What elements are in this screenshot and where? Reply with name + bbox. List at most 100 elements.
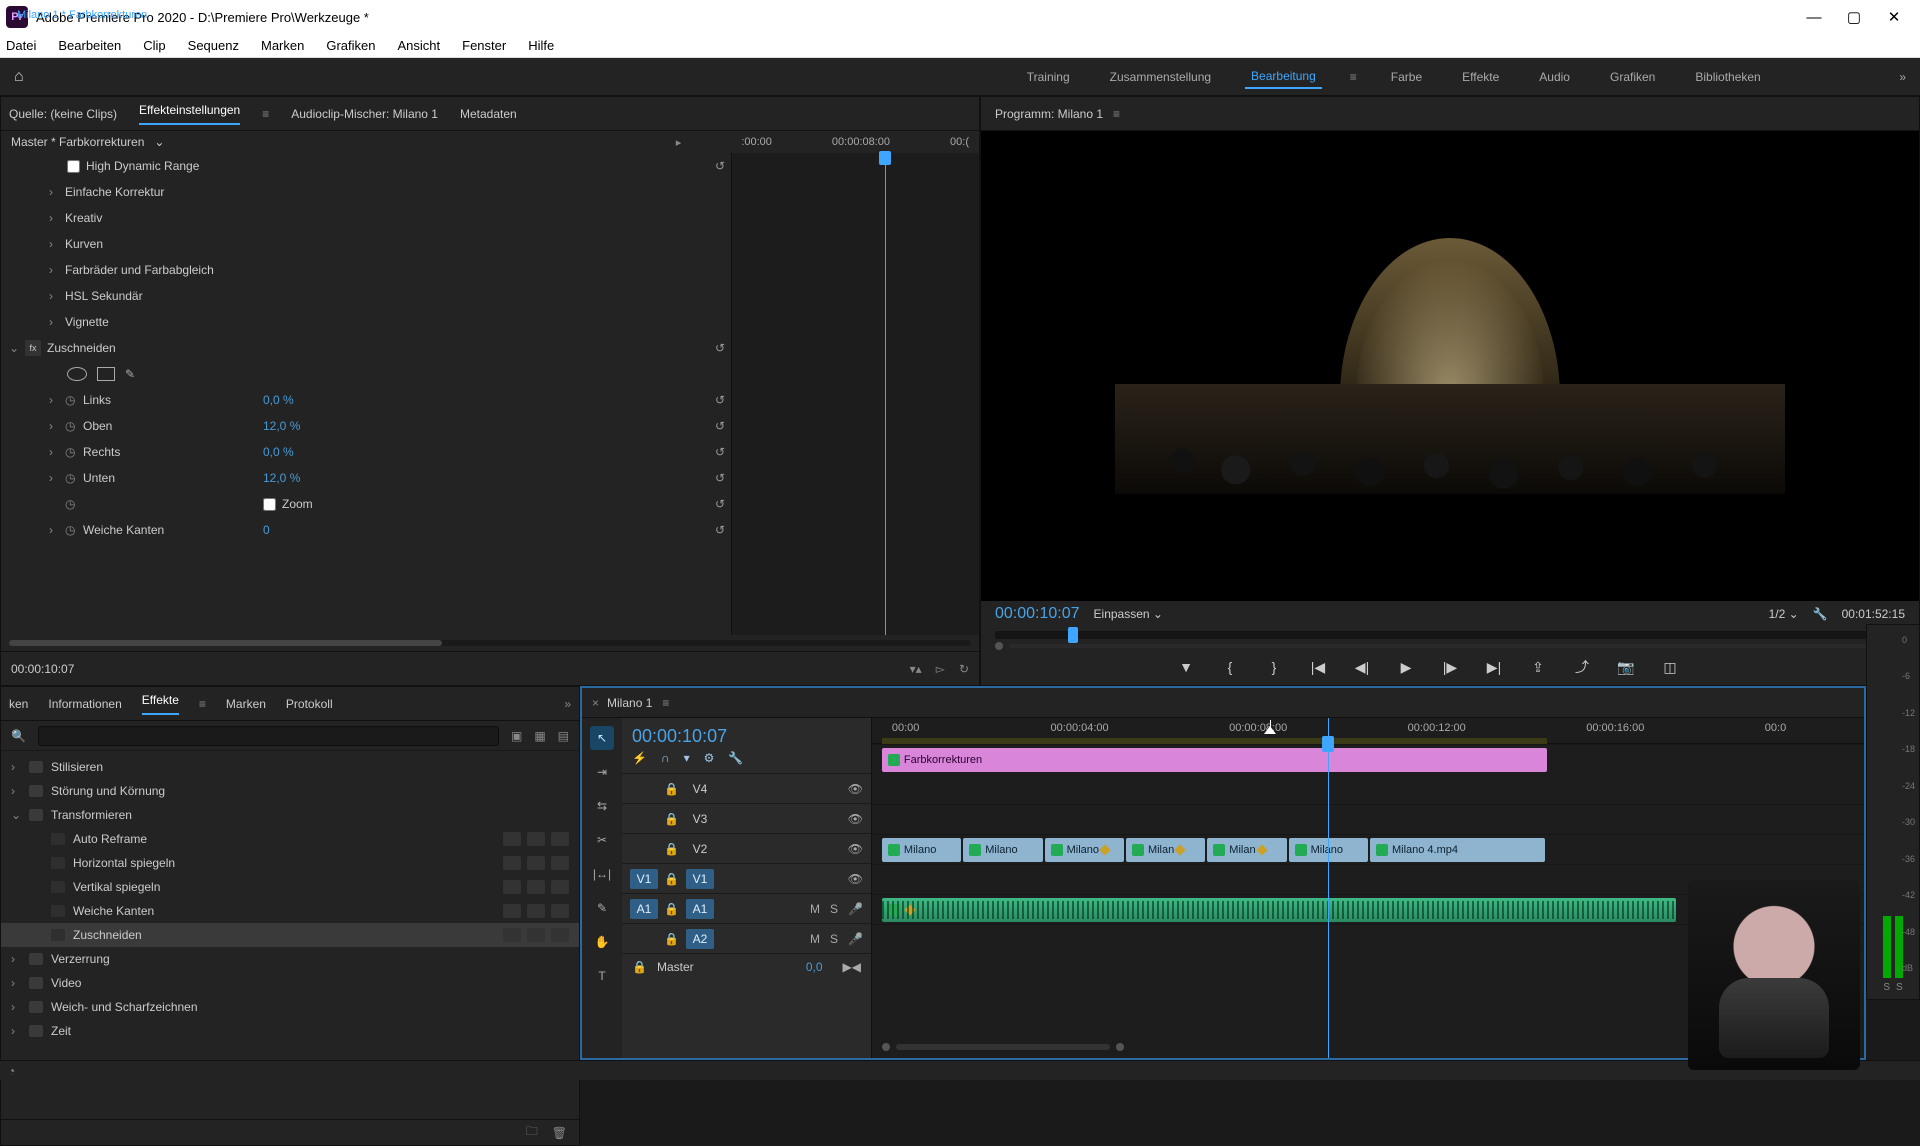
slip-tool-icon[interactable]: |↔|: [590, 862, 614, 886]
goto-out-icon[interactable]: ▶|: [1483, 659, 1505, 676]
keyframe-icon[interactable]: [1099, 844, 1110, 855]
menu-clip[interactable]: Clip: [143, 38, 165, 53]
node-stilisieren[interactable]: Stilisieren: [51, 760, 103, 774]
search-icon[interactable]: 🔍: [11, 729, 26, 743]
stopwatch-icon[interactable]: ◷: [65, 471, 83, 485]
track-output-icon[interactable]: 👁: [848, 812, 863, 826]
stopwatch-icon[interactable]: ◷: [65, 393, 83, 407]
fxtype-3-icon[interactable]: ▤: [558, 729, 569, 743]
fxtype-2-icon[interactable]: ▦: [534, 729, 545, 743]
tab-ken[interactable]: ken: [9, 697, 28, 711]
prop-rechts-value[interactable]: 0,0 %: [263, 445, 353, 459]
solo-toggle[interactable]: S: [830, 902, 838, 916]
panel-menu-icon[interactable]: ≡: [199, 697, 206, 711]
maximize-button[interactable]: ▢: [1834, 8, 1874, 26]
play-icon[interactable]: ▶: [1395, 659, 1417, 676]
mask-ellipse-icon[interactable]: [67, 367, 87, 381]
expand-icon[interactable]: ›: [49, 419, 65, 433]
lock-icon[interactable]: 🔒: [664, 842, 680, 856]
src-v1[interactable]: V1: [630, 869, 658, 889]
expand-icon[interactable]: ›: [49, 263, 65, 277]
expand-icon[interactable]: ›: [11, 976, 23, 990]
timeline-timecode[interactable]: 00:00:10:07: [622, 718, 871, 751]
pen-tool-icon[interactable]: ✎: [590, 896, 614, 920]
lock-icon[interactable]: 🔒: [664, 872, 680, 886]
prop-kanten-value[interactable]: 0: [263, 523, 353, 537]
loop-icon[interactable]: ↻: [959, 662, 969, 676]
solo-right[interactable]: S: [1896, 982, 1903, 993]
prop-oben-value[interactable]: 12,0 %: [263, 419, 353, 433]
ws-training[interactable]: Training: [1021, 66, 1076, 88]
collapse-icon[interactable]: ⌄: [9, 341, 25, 355]
zoom-checkbox[interactable]: [263, 498, 276, 511]
menu-sequenz[interactable]: Sequenz: [188, 38, 239, 53]
node-stoerung[interactable]: Störung und Körnung: [51, 784, 165, 798]
panel-menu-icon[interactable]: ≡: [1113, 107, 1120, 121]
clip-video[interactable]: Milano 4.mp4: [1370, 838, 1545, 862]
expand-icon[interactable]: ›: [11, 952, 23, 966]
leaf-vspiegeln[interactable]: Vertikal spiegeln: [73, 880, 160, 894]
reset-icon[interactable]: ↺: [715, 419, 725, 433]
minimize-button[interactable]: —: [1794, 9, 1834, 26]
expand-icon[interactable]: ›: [49, 393, 65, 407]
timeline-ruler[interactable]: 00:00 00:00:04:00 00:00:08:00 00:00:12:0…: [872, 718, 1864, 744]
track-v1[interactable]: V1: [686, 869, 714, 889]
compare-icon[interactable]: ◫: [1659, 659, 1681, 676]
grp-farbraeder[interactable]: Farbräder und Farbabgleich: [65, 263, 214, 277]
track-select-tool-icon[interactable]: ⇥: [590, 760, 614, 784]
ws-menu-icon[interactable]: ≡: [1350, 70, 1357, 84]
menu-marken[interactable]: Marken: [261, 38, 304, 53]
expand-icon[interactable]: ›: [11, 1024, 23, 1038]
ws-overflow-icon[interactable]: »: [1899, 70, 1906, 84]
master-value[interactable]: 0,0: [806, 960, 823, 974]
ws-effekte[interactable]: Effekte: [1456, 66, 1505, 88]
program-timecode[interactable]: 00:00:10:07: [995, 605, 1080, 623]
clip-video[interactable]: Milan: [1207, 838, 1286, 862]
zoom-handle-left[interactable]: [882, 1043, 890, 1051]
track-a2[interactable]: A2: [686, 929, 714, 949]
program-video-frame[interactable]: [1115, 196, 1785, 536]
marker-icon[interactable]: ▼: [1175, 659, 1197, 675]
expand-icon[interactable]: ›: [49, 237, 65, 251]
selection-tool-icon[interactable]: ↖: [590, 726, 614, 750]
node-verzerrung[interactable]: Verzerrung: [51, 952, 110, 966]
export-frame-icon[interactable]: 📷: [1615, 659, 1637, 676]
leaf-kanten[interactable]: Weiche Kanten: [73, 904, 154, 918]
lock-icon[interactable]: 🔒: [664, 902, 680, 916]
lock-icon[interactable]: 🔒: [664, 932, 680, 946]
wrench-icon[interactable]: 🔧: [1813, 607, 1828, 621]
track-output-icon[interactable]: 👁: [848, 872, 863, 886]
zoom-handle-left[interactable]: [995, 642, 1003, 650]
step-fwd-icon[interactable]: |▶: [1439, 659, 1461, 676]
linked-sel-icon[interactable]: ∩: [661, 751, 670, 765]
mask-pen-icon[interactable]: ✎: [125, 367, 135, 381]
clip-video[interactable]: Milan: [1126, 838, 1205, 862]
leaf-zuschneiden[interactable]: Zuschneiden: [73, 928, 142, 942]
tab-marken[interactable]: Marken: [226, 697, 266, 711]
node-transformieren[interactable]: Transformieren: [51, 808, 132, 822]
close-seq-icon[interactable]: ×: [592, 696, 599, 710]
program-ruler[interactable]: [995, 631, 1905, 639]
goto-in-icon[interactable]: |◀: [1307, 659, 1329, 676]
overflow-icon[interactable]: »: [564, 697, 571, 711]
track-output-icon[interactable]: 👁: [848, 782, 863, 796]
hdr-checkbox[interactable]: [67, 160, 80, 173]
reset-icon[interactable]: ↺: [715, 471, 725, 485]
node-video[interactable]: Video: [51, 976, 81, 990]
tab-effekteinstellungen[interactable]: Effekteinstellungen: [139, 103, 240, 125]
reset-icon[interactable]: ↺: [715, 159, 725, 173]
stopwatch-icon[interactable]: ◷: [65, 445, 83, 459]
close-button[interactable]: ✕: [1874, 8, 1914, 26]
keyframe-icon[interactable]: [1175, 844, 1186, 855]
ws-bearbeitung[interactable]: Bearbeitung: [1245, 65, 1322, 89]
clip-audio[interactable]: [882, 898, 1676, 922]
expand-icon[interactable]: ›: [11, 760, 23, 774]
expand-icon[interactable]: ›: [49, 315, 65, 329]
reset-icon[interactable]: ↺: [715, 523, 725, 537]
menu-bearbeiten[interactable]: Bearbeiten: [58, 38, 121, 53]
clip-video[interactable]: Milano: [963, 838, 1042, 862]
lift-icon[interactable]: ⇪: [1527, 659, 1549, 676]
tab-audioclip-mischer[interactable]: Audioclip-Mischer: Milano 1: [291, 107, 438, 121]
ec-clip-label[interactable]: Milano 1 * Farbkorrekturen: [11, 3, 153, 27]
program-scrollbar[interactable]: [1009, 644, 1891, 648]
